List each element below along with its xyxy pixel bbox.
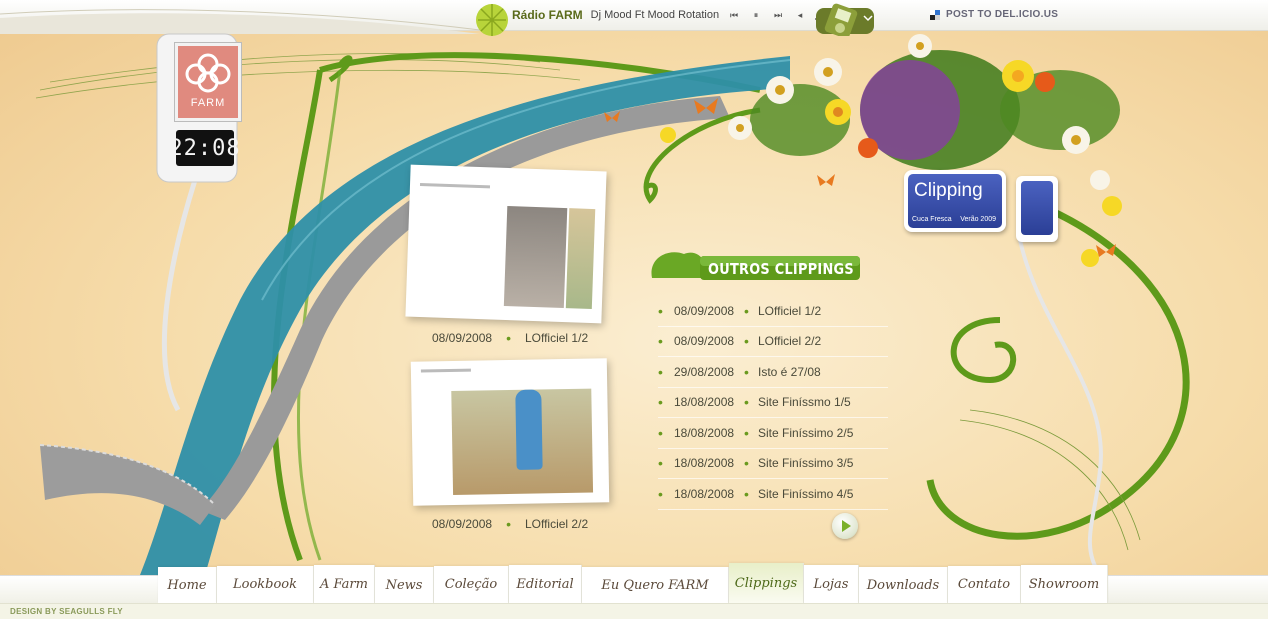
next-page-button[interactable]: [832, 513, 858, 539]
list-item-title: Site Finíssimo 4/5: [758, 486, 854, 501]
list-item[interactable]: • 08/09/2008 • LOfficiel 2/2: [658, 327, 888, 357]
bullet-icon: •: [658, 394, 663, 411]
nav-item-lojas[interactable]: Lojas: [804, 565, 859, 603]
clipping-thumbnail[interactable]: [405, 164, 607, 324]
post-to-delicious-link[interactable]: POST TO DEL.ICIO.US: [930, 9, 1058, 20]
top-wave-decoration: [0, 9, 481, 34]
clipping-sign-title: Clipping: [914, 180, 983, 201]
bullet-icon: •: [658, 455, 663, 472]
list-item-date: 18/08/2008: [674, 425, 735, 440]
bullet-icon: •: [506, 330, 511, 346]
farm-logo: [175, 43, 241, 121]
clipping-photo: [503, 206, 568, 309]
featured-date: 08/09/2008: [432, 517, 493, 531]
outros-clippings-title: OUTROS CLIPPINGS: [708, 260, 854, 278]
radio-song-title: Dj Mood Ft Mood Rotation: [590, 9, 720, 21]
list-item-title: Site Finíssimo 3/5: [758, 456, 854, 471]
bullet-icon: •: [744, 424, 749, 441]
clipping-sign-right-sub: Verão 2009: [960, 216, 996, 223]
post-to-delicious-label: POST TO DEL.ICIO.US: [946, 9, 1059, 20]
secondary-sign-panel: [1021, 181, 1053, 235]
outros-clippings-list: • 08/09/2008 • LOfficiel 1/2 • 08/09/2008 • LOf…: [658, 296, 888, 510]
clipping-photo-figure: [515, 389, 543, 470]
list-item-title: LOfficiel 2/2: [758, 334, 822, 349]
bullet-icon: •: [506, 516, 511, 532]
featured-date: 08/09/2008: [432, 331, 493, 345]
delicious-icon: [930, 9, 940, 20]
list-item-date: 08/09/2008: [674, 303, 735, 318]
bullet-icon: •: [744, 394, 749, 411]
nav-item-a-farm[interactable]: A Farm: [314, 565, 375, 603]
clipping-sign: Clipping Cuca Fresca Verão 2009: [904, 170, 1006, 232]
nav-item-downloads[interactable]: Downloads: [859, 567, 948, 603]
skip-forward-icon[interactable]: ⏭: [771, 8, 785, 22]
bullet-icon: •: [744, 302, 749, 319]
main-nav: Home Lookbook A Farm News Coleção Editorial Eu…: [158, 561, 1108, 603]
nav-item-editorial[interactable]: Editorial: [509, 565, 582, 603]
list-item[interactable]: • 18/08/2008 • Site Finíssimo 2/5: [658, 418, 888, 449]
list-item-date: 29/08/2008: [674, 364, 735, 379]
list-item-date: 18/08/2008: [674, 395, 735, 410]
bullet-icon: •: [658, 333, 663, 350]
bullet-icon: •: [744, 363, 749, 380]
skip-back-icon[interactable]: ⏮: [727, 8, 741, 22]
volume-icon: ◂: [797, 9, 803, 20]
bullet-icon: •: [658, 485, 663, 502]
list-item-date: 18/08/2008: [674, 456, 735, 471]
list-item-date: 08/09/2008: [674, 334, 735, 349]
clipping-sign-left-sub: Cuca Fresca: [912, 216, 952, 223]
nav-item-showroom[interactable]: Showroom: [1021, 565, 1108, 603]
footer: DESIGN BY SEAGULLS FLY: [0, 603, 1268, 619]
bullet-icon: •: [658, 302, 663, 319]
clock-brand: FARM: [190, 97, 226, 109]
page-background: Rádio FARM Dj Mood Ft Mood Rotation ⏮ ⏸ …: [0, 0, 1268, 619]
list-item[interactable]: • 18/08/2008 • Site Finíssimo 4/5: [658, 479, 888, 510]
clock-time: 22:08: [169, 130, 240, 166]
radio-label: Rádio FARM: [512, 8, 583, 22]
nav-item-clippings[interactable]: Clippings: [729, 563, 804, 603]
list-item-date: 18/08/2008: [674, 486, 735, 501]
list-item-title: LOfficiel 1/2: [758, 303, 822, 318]
list-item-title: Site Finíssmo 1/5: [758, 395, 851, 410]
featured-title: LOfficiel 2/2: [524, 517, 589, 531]
nav-item-home[interactable]: Home: [158, 567, 217, 603]
nav-item-lookbook[interactable]: Lookbook: [217, 566, 314, 603]
clipping-thumbnail[interactable]: [410, 358, 610, 506]
clipping-text-lines: [420, 368, 471, 373]
bullet-icon: •: [744, 333, 749, 350]
nav-item-cole-o[interactable]: Coleção: [434, 566, 509, 603]
nav-item-contato[interactable]: Contato: [948, 566, 1021, 603]
list-item[interactable]: • 18/08/2008 • Site Finíssmo 1/5: [658, 388, 888, 418]
top-bar: Rádio FARM Dj Mood Ft Mood Rotation ⏮ ⏸ …: [0, 0, 1268, 36]
nav-item-eu-quero-farm[interactable]: Eu Quero FARM: [582, 567, 729, 603]
palm-leaf-icon: [476, 4, 508, 36]
list-item[interactable]: • 29/08/2008 • Isto é 27/08: [658, 357, 888, 388]
bullet-icon: •: [744, 485, 749, 502]
footer-credit: DESIGN BY SEAGULLS FLY: [10, 607, 123, 616]
ipod-icon[interactable]: [810, 2, 882, 36]
radio-player: Rádio FARM Dj Mood Ft Mood Rotation ⏮ ⏸ …: [512, 3, 838, 27]
featured-title: LOfficiel 1/2: [524, 331, 589, 345]
featured-caption[interactable]: 08/09/2008 • LOfficiel 2/2: [432, 517, 588, 531]
play-icon: [842, 520, 851, 532]
bullet-icon: •: [658, 363, 663, 380]
secondary-sign: [1016, 176, 1058, 242]
clipping-text-lines: [419, 182, 491, 189]
pause-icon[interactable]: ⏸: [749, 8, 763, 22]
list-item-title: Site Finíssimo 2/5: [758, 425, 854, 440]
bullet-icon: •: [744, 455, 749, 472]
clipping-photo-side: [565, 208, 596, 310]
bullet-icon: •: [658, 424, 663, 441]
list-item[interactable]: • 08/09/2008 • LOfficiel 1/2: [658, 296, 888, 327]
nav-item-news[interactable]: News: [375, 567, 434, 603]
featured-caption[interactable]: 08/09/2008 • LOfficiel 1/2: [432, 331, 588, 345]
list-item[interactable]: • 18/08/2008 • Site Finíssimo 3/5: [658, 449, 888, 479]
list-item-title: Isto é 27/08: [758, 364, 821, 379]
